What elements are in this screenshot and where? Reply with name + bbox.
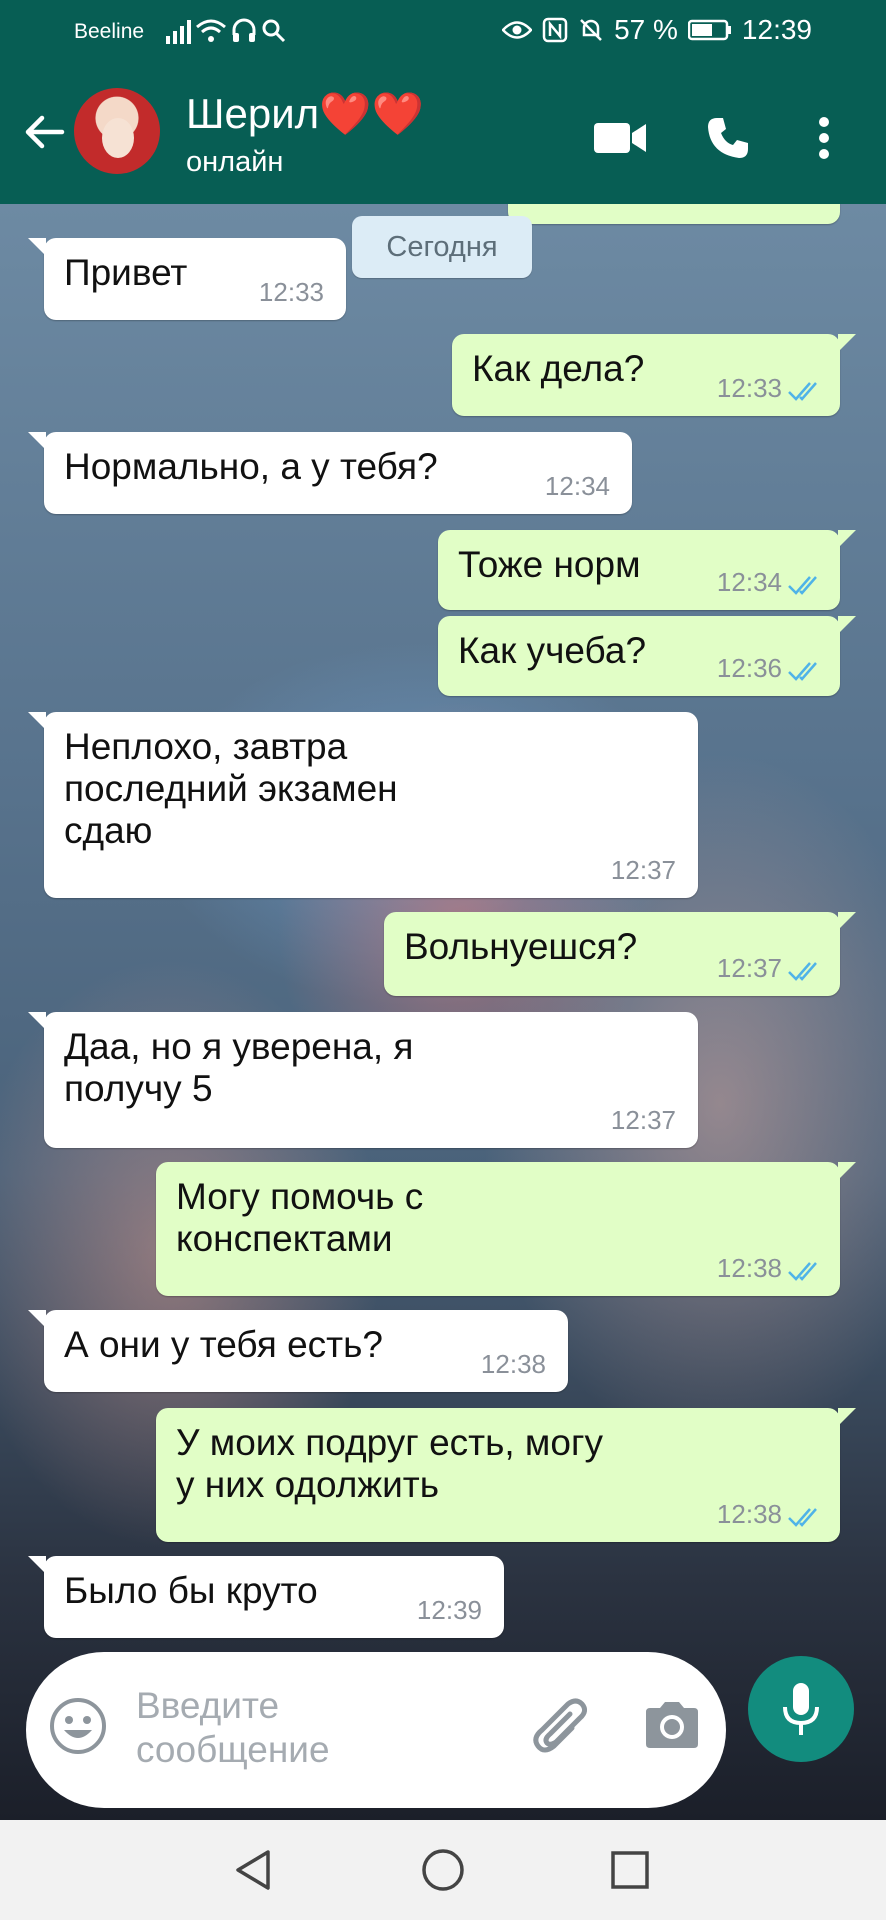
message-text: Нормально, а у тебя? (64, 446, 438, 487)
contact-name[interactable]: Шерил❤️❤️ (186, 90, 424, 139)
search-icon (262, 19, 286, 43)
message-time: 12:38 (716, 1499, 782, 1530)
message-text: Могу помочь с конспектами (176, 1176, 424, 1260)
message-bubble[interactable]: Могу помочь с конспектами 12:38 (156, 1162, 856, 1296)
message-text: Как учеба? (458, 630, 647, 671)
message-bubble[interactable]: Тоже норм 12:34 (438, 530, 856, 610)
message-time: 12:37 (610, 855, 676, 886)
message-text: Привет (64, 252, 188, 293)
message-time: 12:36 (716, 653, 782, 684)
nav-recents-icon[interactable] (606, 1846, 654, 1894)
message-bubble[interactable]: Нормально, а у тебя? 12:34 (28, 432, 632, 514)
eye-icon (502, 21, 533, 39)
status-right: 57 % 12:39 (502, 14, 812, 46)
mic-button[interactable] (748, 1656, 854, 1762)
back-arrow-icon[interactable] (22, 110, 66, 154)
message-time: 12:38 (480, 1349, 546, 1380)
message-bubble[interactable]: Привет 12:33 (28, 238, 346, 320)
mute-bell-icon (580, 19, 602, 41)
message-bubble[interactable]: Было бы круто 12:39 (28, 1556, 504, 1638)
message-text: Неплохо, завтра последний экзамен сдаю (64, 726, 398, 852)
signal-icon (166, 18, 191, 44)
message-time: 12:38 (716, 1253, 782, 1284)
message-time: 12:34 (716, 567, 782, 598)
read-ticks-icon (788, 1508, 817, 1527)
message-input[interactable]: Введите сообщение (136, 1684, 476, 1773)
video-call-icon (594, 123, 646, 153)
message-text: Даа, но я уверена, я получу 5 (64, 1026, 414, 1110)
call-button[interactable] (700, 110, 756, 166)
system-nav-bar (0, 1820, 886, 1920)
message-bubble[interactable]: У моих подруг есть, могу у них одолжить … (156, 1408, 856, 1542)
nav-back-icon[interactable] (230, 1846, 278, 1894)
read-ticks-icon (788, 382, 817, 401)
more-options-button[interactable] (796, 110, 852, 166)
battery-percent: 57 % (614, 14, 678, 45)
wifi-icon (196, 19, 226, 42)
nfc-icon (542, 17, 568, 43)
message-bubble[interactable]: Даа, но я уверена, я получу 5 12:37 (28, 1012, 698, 1148)
phone-icon (708, 118, 748, 158)
message-bubble-partial (508, 204, 840, 224)
contact-status: онлайн (186, 146, 284, 178)
carrier-label: Beeline (74, 20, 145, 43)
message-text: Тоже норм (458, 544, 641, 585)
video-call-button[interactable] (592, 110, 648, 166)
message-text: У моих подруг есть, могу у них одолжить (176, 1422, 603, 1506)
read-ticks-icon (788, 576, 817, 595)
avatar[interactable] (74, 88, 160, 174)
message-bubble[interactable]: Как учеба? 12:36 (438, 616, 856, 696)
message-bubble[interactable]: Вольнуешся? 12:37 (384, 912, 856, 996)
date-chip: Сегодня (352, 216, 532, 278)
read-ticks-icon (788, 1262, 817, 1281)
message-time: 12:33 (716, 373, 782, 404)
message-text: Вольнуешся? (404, 926, 638, 967)
message-text: А они у тебя есть? (64, 1324, 383, 1365)
nav-home-icon[interactable] (419, 1846, 467, 1894)
emoji-icon[interactable] (48, 1696, 108, 1756)
read-ticks-icon (788, 962, 817, 981)
message-time: 12:33 (258, 277, 324, 308)
message-bubble[interactable]: Как дела? 12:33 (452, 334, 856, 416)
message-time: 12:34 (544, 471, 610, 502)
signal-indicators (166, 18, 287, 44)
chat-area[interactable]: Сегодня Привет 12:33 Как дела? 12:33 Нор… (0, 204, 886, 1820)
message-input-bar[interactable]: Введите сообщение (26, 1652, 726, 1808)
read-ticks-icon (788, 662, 817, 681)
message-time: 12:39 (416, 1595, 482, 1626)
clock: 12:39 (741, 14, 812, 45)
headphones-icon (232, 18, 256, 42)
message-bubble[interactable]: Неплохо, завтра последний экзамен сдаю 1… (28, 712, 698, 898)
status-bar: Beeline 57 % 12:39 (0, 0, 886, 66)
more-vert-icon (819, 117, 829, 159)
message-time: 12:37 (610, 1105, 676, 1136)
message-text: Как дела? (472, 348, 645, 389)
mic-icon (783, 1683, 819, 1735)
battery-icon (687, 19, 731, 41)
camera-icon[interactable] (640, 1694, 704, 1758)
attach-icon[interactable] (530, 1694, 594, 1758)
message-text: Было бы круто (64, 1570, 318, 1611)
chat-header: Шерил❤️❤️ онлайн (0, 66, 886, 204)
message-time: 12:37 (716, 953, 782, 984)
message-bubble[interactable]: А они у тебя есть? 12:38 (28, 1310, 568, 1392)
